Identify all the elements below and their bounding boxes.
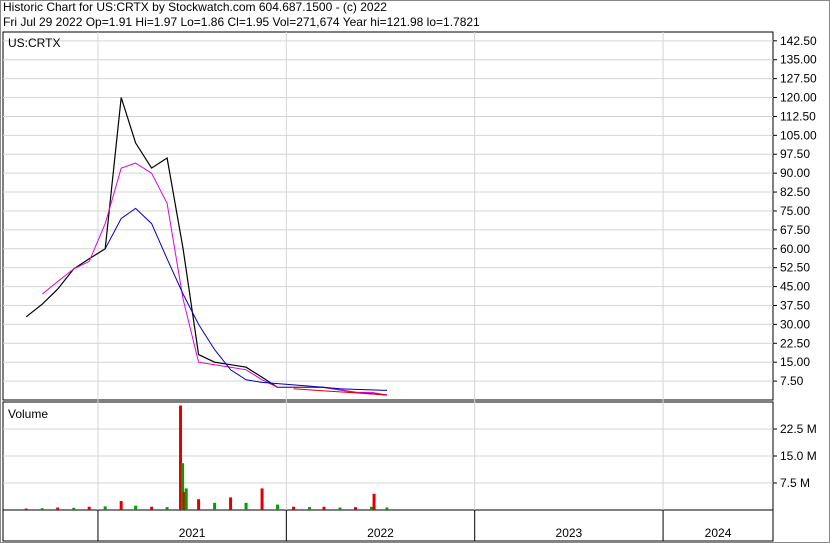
volume-bar	[197, 499, 201, 510]
volume-bar	[372, 493, 376, 510]
volume-bar	[229, 497, 233, 510]
price-tick-label: 37.50	[780, 298, 810, 312]
volume-bar	[119, 501, 123, 510]
price-tick-label: 75.00	[780, 204, 810, 218]
volume-bar	[150, 506, 154, 510]
price-tick-label: 60.00	[780, 242, 810, 256]
x-tick-label: 2023	[556, 526, 583, 540]
volume-bar	[385, 507, 389, 510]
price-tick-label: 135.00	[780, 53, 817, 67]
outer-border	[0, 0, 830, 543]
volume-tick-label: 7.5 M	[780, 476, 810, 490]
price-tick-label: 142.50	[780, 34, 817, 48]
volume-bar	[184, 488, 188, 510]
volume-bar	[260, 488, 264, 510]
volume-bar	[165, 507, 169, 510]
price-tick-label: 90.00	[780, 166, 810, 180]
price-panel-title: US:CRTX	[8, 36, 60, 50]
price-tick-label: 30.00	[780, 317, 810, 331]
volume-bar	[103, 506, 107, 510]
volume-bar	[72, 507, 76, 510]
price-series-line-0	[25, 97, 388, 396]
price-tick-label: 112.50	[780, 109, 816, 123]
x-tick-label: 2022	[367, 526, 394, 540]
price-tick-label: 52.50	[780, 261, 810, 275]
price-tick-label: 97.50	[780, 147, 810, 161]
volume-bar	[322, 506, 326, 510]
volume-bar	[308, 507, 312, 510]
price-tick-label: 127.50	[780, 72, 817, 86]
volume-bar	[87, 506, 91, 510]
volume-bar	[276, 504, 280, 510]
volume-bar	[134, 505, 138, 510]
chart-canvas: 142.50 135.00 127.50 120.00 112.50 105.00 97.5…	[0, 0, 830, 543]
price-tick-label: 67.50	[780, 223, 810, 237]
volume-bar	[213, 502, 217, 510]
volume-bar	[40, 508, 44, 510]
x-tick-label: 2024	[705, 526, 732, 540]
volume-tick-label: 15.0 M	[780, 449, 817, 463]
price-tick-label: 15.00	[780, 355, 810, 369]
volume-panel-title: Volume	[8, 407, 48, 421]
x-tick-label: 2021	[179, 526, 206, 540]
price-tick-label: 105.00	[780, 128, 817, 142]
price-series-line-1	[41, 162, 388, 396]
volume-bar	[369, 506, 373, 510]
price-tick-label: 45.00	[780, 280, 810, 294]
price-panel-frame	[2, 31, 774, 401]
volume-bar	[244, 502, 248, 510]
volume-tick-label: 22.5 M	[780, 422, 817, 436]
price-series-line-2	[104, 207, 388, 391]
price-tick-label: 82.50	[780, 185, 810, 199]
price-tick-label: 120.00	[780, 91, 817, 105]
price-tick-label: 7.50	[780, 374, 804, 388]
volume-bar	[292, 506, 296, 510]
volume-bar	[56, 507, 60, 510]
price-tick-label: 22.50	[780, 336, 810, 350]
volume-bar	[353, 507, 357, 510]
volume-bar	[338, 507, 342, 510]
volume-bar	[24, 508, 28, 510]
